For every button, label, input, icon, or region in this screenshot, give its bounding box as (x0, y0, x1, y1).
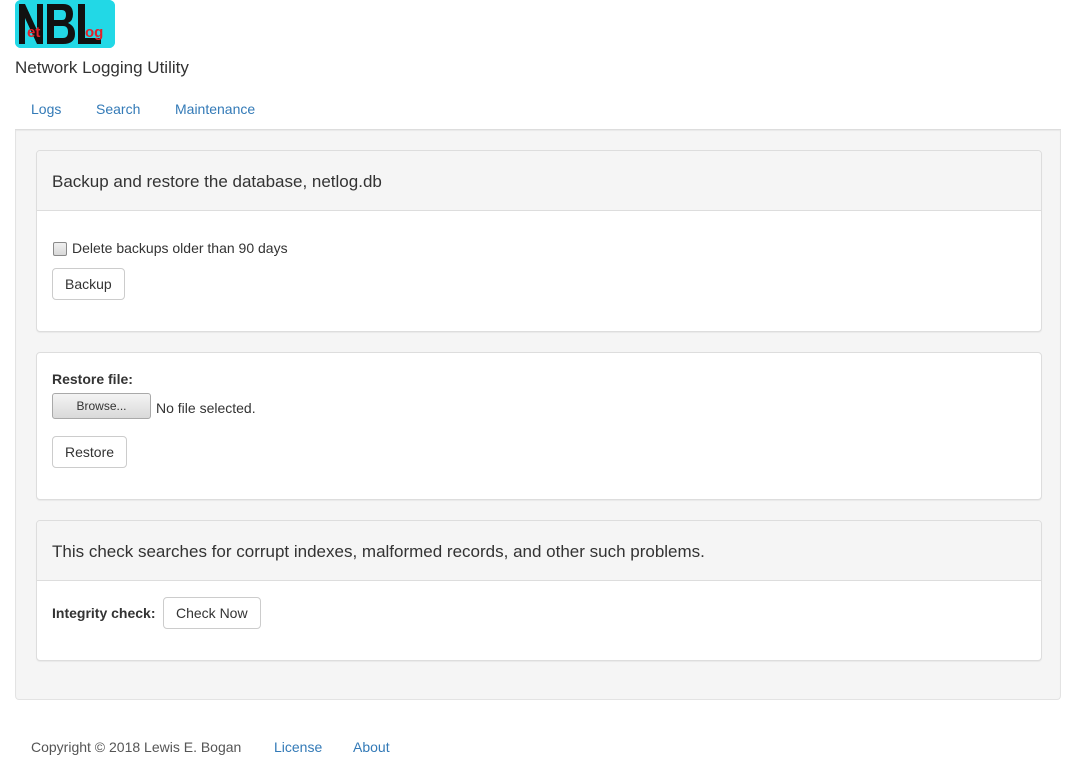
restore-file-label: Restore file: (52, 371, 133, 387)
backup-panel: Backup and restore the database, netlog.… (36, 150, 1042, 332)
browse-button[interactable]: Browse... (52, 393, 151, 419)
restore-button[interactable]: Restore (52, 436, 128, 468)
maintenance-container: Backup and restore the database, netlog.… (15, 130, 1061, 700)
nav-maintenance-link[interactable]: Maintenance (175, 101, 255, 117)
file-status-text: No file selected. (156, 400, 256, 416)
check-now-button[interactable]: Check Now (163, 597, 261, 629)
svg-text:et: et (27, 24, 40, 41)
integrity-panel-heading: This check searches for corrupt indexes,… (37, 521, 1041, 581)
backup-button[interactable]: Backup (52, 268, 125, 300)
page: et og Network Logging Utility Logs Searc… (0, 0, 1076, 779)
app-logo: et og (15, 0, 115, 48)
license-link[interactable]: License (274, 739, 322, 755)
backup-panel-heading: Backup and restore the database, netlog.… (37, 151, 1041, 211)
svg-text:og: og (85, 24, 103, 41)
restore-panel: Restore file: Browse... No file selected… (36, 352, 1042, 500)
integrity-panel: This check searches for corrupt indexes,… (36, 520, 1042, 661)
delete-old-backups-checkbox[interactable] (53, 242, 67, 256)
copyright-text: Copyright © 2018 Lewis E. Bogan (31, 739, 242, 755)
nav-search-link[interactable]: Search (96, 101, 140, 117)
footer: Copyright © 2018 Lewis E. Bogan License … (31, 739, 390, 755)
integrity-check-label: Integrity check: (52, 605, 156, 621)
about-link[interactable]: About (353, 739, 390, 755)
nav-logs-link[interactable]: Logs (31, 101, 61, 117)
delete-old-backups-label: Delete backups older than 90 days (72, 240, 288, 256)
main-nav: Logs Search Maintenance (15, 96, 1061, 130)
app-title: Network Logging Utility (15, 58, 189, 77)
